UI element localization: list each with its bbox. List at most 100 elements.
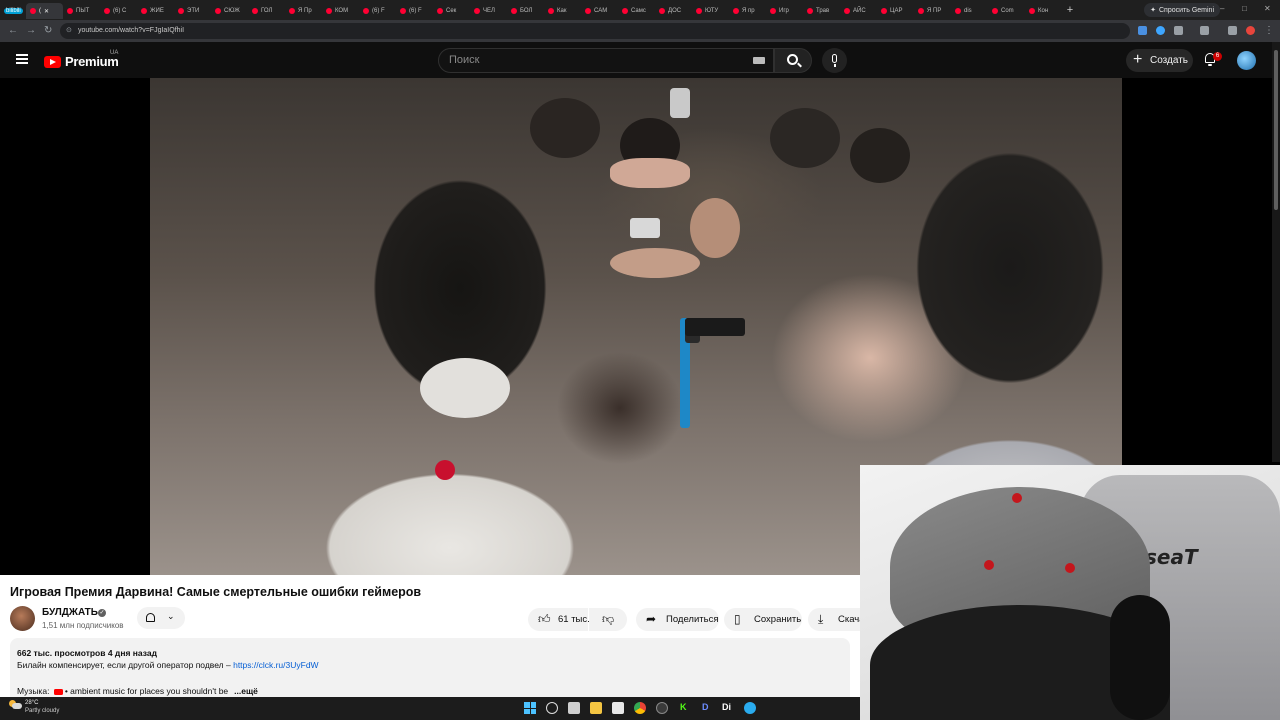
save-button[interactable]: ▯ Сохранить <box>724 608 802 631</box>
ask-gemini-button[interactable]: ✦ Спросить Gemini <box>1144 3 1220 17</box>
browser-tab[interactable]: bilibili <box>0 3 26 19</box>
channel-avatar[interactable] <box>10 606 35 631</box>
browser-tab[interactable]: ЖИЕ <box>137 3 174 19</box>
forward-arrow-icon[interactable]: → <box>26 25 36 37</box>
thumbs-down-icon: 👎︎ <box>602 612 615 626</box>
reload-icon[interactable]: ↻ <box>44 25 52 37</box>
browser-tab[interactable]: Сек <box>433 3 470 19</box>
browser-tab[interactable]: (6) C <box>100 3 137 19</box>
youtube-favicon-icon <box>955 8 961 14</box>
youtube-favicon-icon <box>696 8 702 14</box>
extensions-puzzle-icon[interactable] <box>1174 26 1183 35</box>
browser-tab[interactable]: Я ПР <box>914 3 951 19</box>
browser-tab[interactable]: САМ <box>581 3 618 19</box>
file-explorer-icon[interactable] <box>590 702 602 714</box>
dislike-button[interactable]: 👎︎ <box>589 608 627 631</box>
davinci-app-icon[interactable]: Di <box>722 702 731 712</box>
youtube-favicon-icon <box>659 8 665 14</box>
chrome-icon[interactable] <box>634 702 646 714</box>
close-tab-icon[interactable]: ✕ <box>44 8 49 15</box>
search-button[interactable] <box>774 48 812 73</box>
browser-tab[interactable]: АЙС <box>840 3 877 19</box>
windows-start-icon[interactable] <box>524 702 536 714</box>
browser-menu-icon[interactable]: ⋮ <box>1264 25 1274 37</box>
share-button[interactable]: ➦ Поделиться <box>636 608 719 631</box>
tab-label: dis <box>964 8 972 14</box>
browser-tab[interactable]: БОЛ <box>507 3 544 19</box>
like-button[interactable]: 👍︎ 61 тыс. <box>528 608 590 631</box>
downloads-icon[interactable] <box>1200 26 1209 35</box>
description-text: Билайн компенсирует, если другой операто… <box>17 660 234 670</box>
d-app-icon[interactable]: D <box>702 702 709 712</box>
description-link[interactable]: https://clck.ru/3UyFdW <box>233 660 319 670</box>
partly-cloudy-icon[interactable] <box>9 700 22 709</box>
browser-tab[interactable]: КОМ <box>322 3 359 19</box>
voice-search-button[interactable] <box>822 48 847 73</box>
browser-tab[interactable]: Как <box>544 3 581 19</box>
channel-name[interactable]: БУЛДЖАТЬ <box>42 607 98 618</box>
description-box[interactable]: 662 тыс. просмотров 4 дня назад Билайн к… <box>10 638 850 705</box>
browser-tab[interactable]: (6) F <box>396 3 433 19</box>
address-bar[interactable]: ⊙ youtube.com/watch?v=FJgIaIQfhiI <box>60 23 1130 39</box>
youtube-favicon-icon <box>622 8 628 14</box>
browser-tab[interactable]: Игр <box>766 3 803 19</box>
scrollbar-thumb[interactable] <box>1274 50 1278 210</box>
weather-description[interactable]: Partly cloudy <box>25 708 59 714</box>
like-count: 61 тыс. <box>558 614 590 625</box>
browser-tab[interactable]: ПЫТ <box>63 3 100 19</box>
maximize-button[interactable]: □ <box>1242 4 1247 13</box>
app-icon[interactable] <box>656 702 668 714</box>
browser-tab[interactable]: ЧЕЛ <box>470 3 507 19</box>
browser-tab[interactable]: Самс <box>618 3 655 19</box>
extension-icon[interactable] <box>1156 26 1165 35</box>
new-tab-button[interactable]: + <box>1062 4 1078 16</box>
browser-tab[interactable]: Com <box>988 3 1025 19</box>
tab-label: Я ПР <box>927 8 942 14</box>
browser-tab[interactable]: СЮЖ <box>211 3 248 19</box>
user-avatar[interactable] <box>1237 51 1256 70</box>
extension-icon[interactable] <box>1138 26 1147 35</box>
show-more-link[interactable]: ...ещё <box>234 686 258 696</box>
browser-tab[interactable]: ГОЛ <box>248 3 285 19</box>
tab-label: Я пр <box>742 8 755 14</box>
browser-tab[interactable]: (6) F <box>359 3 396 19</box>
browser-tab[interactable]: ЦАР <box>877 3 914 19</box>
plus-icon: + <box>1133 51 1143 68</box>
browser-tab[interactable]: Трав <box>803 3 840 19</box>
site-info-icon[interactable]: ⊙ <box>66 23 72 39</box>
minimize-button[interactable]: – <box>1220 4 1224 13</box>
browser-tab[interactable]: Кон <box>1025 3 1062 19</box>
store-icon[interactable] <box>612 702 624 714</box>
create-button[interactable]: + Создать <box>1126 49 1193 72</box>
music-track[interactable]: • ambient music for places you shouldn't… <box>65 686 228 696</box>
task-view-icon[interactable] <box>568 702 580 714</box>
youtube-premium-logo[interactable]: Premium <box>44 54 119 69</box>
weather-temperature[interactable]: 28°C <box>25 700 38 706</box>
tab-label: СЮЖ <box>224 8 240 14</box>
profile-avatar-icon[interactable] <box>1246 26 1255 35</box>
search-icon[interactable] <box>546 702 558 714</box>
tab-search-icon[interactable] <box>1228 26 1237 35</box>
tab-label: Игр <box>779 8 789 14</box>
tab-label: Я Пр <box>298 8 312 14</box>
kick-app-icon[interactable]: K <box>680 702 687 712</box>
browser-tab[interactable]: Я Пр <box>285 3 322 19</box>
close-window-button[interactable]: ✕ <box>1264 4 1271 13</box>
microphone-icon <box>832 54 837 63</box>
browser-tab[interactable]: dis <box>951 3 988 19</box>
page-scrollbar[interactable] <box>1272 42 1280 462</box>
browser-tab[interactable]: ЭТИ <box>174 3 211 19</box>
back-arrow-icon[interactable]: ← <box>8 25 18 37</box>
youtube-favicon-icon <box>992 8 998 14</box>
keyboard-icon[interactable] <box>753 57 765 64</box>
telegram-icon[interactable] <box>744 702 756 714</box>
search-input[interactable]: Поиск <box>438 48 774 73</box>
menu-icon[interactable] <box>16 54 28 64</box>
browser-tab[interactable]: ЮТУ <box>692 3 729 19</box>
tab-label: Трав <box>816 8 830 14</box>
browser-tab[interactable]: (✕ <box>26 3 63 19</box>
browser-tab[interactable]: ДОС <box>655 3 692 19</box>
subscribed-notifications-button[interactable]: ⌄ <box>137 607 185 629</box>
tab-label: КОМ <box>335 8 349 14</box>
browser-tab[interactable]: Я пр <box>729 3 766 19</box>
